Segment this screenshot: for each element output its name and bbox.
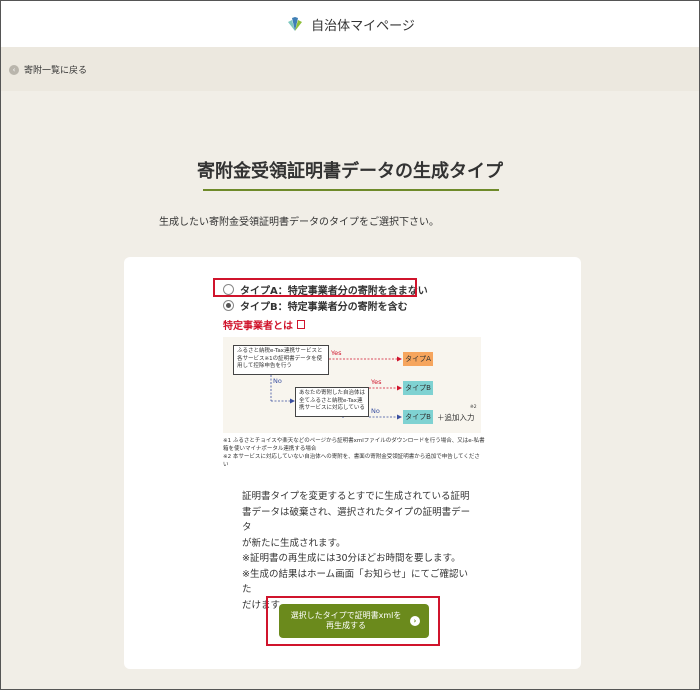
flow-type-b-box-1: タイプB: [403, 381, 433, 395]
chevron-right-icon: ›: [410, 616, 420, 626]
regeneration-warning: 証明書タイプを変更するとすでに生成されている証明 書データは破棄され、選択された…: [242, 489, 472, 613]
flow-no-label-2: No: [371, 407, 380, 415]
radio-option-type-b[interactable]: タイプB：特定事業者分の寄附を含む: [223, 298, 408, 313]
radio-button-type-b[interactable]: [223, 300, 234, 311]
flow-extra-input-label: ＋追加入力: [437, 413, 475, 422]
back-link-label: 寄附一覧に戻る: [24, 66, 88, 76]
site-logo[interactable]: 自治体マイページ: [285, 15, 415, 34]
back-to-donation-list-link[interactable]: ‹ 寄附一覧に戻る: [9, 63, 87, 76]
footnote-2: ※2 本サービスに対応していない自治体への寄附を、書面の寄附金受領証明書から追加…: [223, 454, 480, 468]
warning-line: 書データは破棄され、選択されたタイプの証明書データ: [242, 506, 471, 534]
submit-button-label: 選択したタイプで証明書xmlを 再生成する: [291, 611, 402, 631]
tokutei-info-link[interactable]: 特定事業者とは: [223, 317, 305, 332]
flow-type-a-box: タイプA: [403, 352, 433, 366]
tokutei-link-label: 特定事業者とは: [223, 321, 293, 332]
warning-line: が新たに生成されます。: [242, 537, 346, 549]
flow-type-b-box-2: タイプB: [403, 410, 433, 424]
title-underline: [203, 189, 499, 191]
flow-diagram: ふるさと納税e-Tax連携サービスと各サービス※1の証明書データを使用して控除申…: [223, 337, 481, 433]
document-icon: [297, 320, 305, 329]
logo-icon: [288, 17, 303, 31]
flow-no-label-1: No: [273, 377, 282, 385]
breadcrumb-bar: ‹ 寄附一覧に戻る: [1, 47, 699, 91]
type-a-highlight-frame: [213, 278, 417, 297]
warning-line: ※生成の結果はホーム画面「お知らせ」にてご確認いた: [242, 568, 468, 596]
flow-yes-label-1: Yes: [331, 349, 342, 357]
footnote-1: ※1 ふるさとチョイスや楽天などのページから証明書xmlファイルのダウンロードを…: [223, 438, 485, 452]
warning-line: 証明書タイプを変更するとすでに生成されている証明: [242, 491, 470, 502]
radio-label-type-b: タイプB：特定事業者分の寄附を含む: [240, 302, 408, 313]
flow-yes-label-2: Yes: [371, 378, 382, 386]
flow-extra-note-mark: ※2: [470, 405, 477, 410]
submit-label-line-1: 選択したタイプで証明書xmlを: [290, 611, 402, 620]
intro-text: 生成したい寄附金受領証明書データのタイプをご選択下さい。: [159, 217, 439, 228]
app-header: 自治体マイページ: [1, 1, 699, 47]
regenerate-certificate-button[interactable]: 選択したタイプで証明書xmlを 再生成する ›: [279, 604, 429, 638]
warning-line: ※証明書の再生成には30分ほどお時間を要します。: [242, 553, 461, 564]
page-title: 寄附金受領証明書データの生成タイプ: [197, 161, 503, 182]
footnotes: ※1 ふるさとチョイスや楽天などのページから証明書xmlファイルのダウンロードを…: [223, 437, 485, 469]
app-title: 自治体マイページ: [311, 18, 415, 34]
submit-label-line-2: 再生成する: [326, 621, 366, 630]
chevron-left-icon: ‹: [9, 64, 19, 75]
